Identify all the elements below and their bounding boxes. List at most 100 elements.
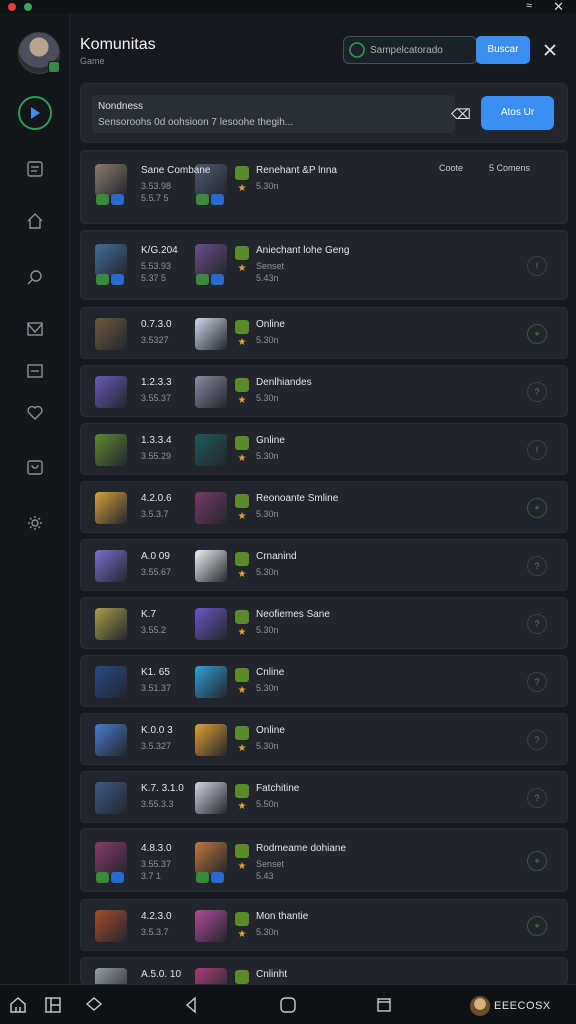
player-stat: 3.55.2 [141,625,167,635]
player-thumbnail[interactable] [95,244,127,276]
list-row[interactable]: ★A.5.0. 10Cnlinht [80,957,568,1000]
dismiss-icon[interactable]: ⌫ [451,106,471,123]
status-indicator[interactable]: ? [527,730,547,750]
status-indicator[interactable]: ! [527,256,547,276]
game-name: Reonoante Smline [256,493,339,504]
green-dot-icon [24,3,32,11]
game-name: Cnline [256,667,285,678]
list-row[interactable]: ★ K.7. 3.1.0 3.55.3.3 Fatchitine 5.50n? [80,771,568,823]
filter-option-comens[interactable]: 5 Comens [489,163,530,173]
star-icon: ★ [237,183,247,194]
game-meta: 5.30n [256,451,279,461]
game-name: Cnlinht [256,969,288,980]
player-thumbnail[interactable] [95,842,127,874]
player-thumbnail[interactable] [95,724,127,756]
sidebar-item-shop[interactable] [20,452,50,482]
star-icon: ★ [237,743,247,754]
bag-icon [27,460,43,475]
list-row[interactable]: ★ 1.3.3.4 3.55.29 Gnline 5.30n! [80,423,568,475]
list-row[interactable]: ★ K.0.0 3 3.5.327 Online 5.30n? [80,713,568,765]
game-thumbnail[interactable] [195,910,227,942]
list-row[interactable]: ★ K.7 3.55.2 Neofiemes Sane 5.30n? [80,597,568,649]
list-row[interactable]: ★ K/G.204 5.53.93 5.37 5 Aniechant lohe Geng… [80,230,568,300]
game-meta: 5.30n [256,509,279,519]
search-icon [27,270,42,285]
list-row[interactable]: ★ 4.8.3.0 3.55.37 3.7 1 Rodmeame dohiane Sens… [80,828,568,892]
notice-title: Nondness [98,101,144,112]
game-thumbnail[interactable] [195,608,227,640]
player-thumbnail[interactable] [95,434,127,466]
game-badge [235,320,249,334]
status-indicator[interactable]: + [527,324,547,344]
nav-chat-icon[interactable] [85,996,103,1014]
game-name: Crnanind [256,551,297,562]
status-indicator[interactable]: + [527,851,547,871]
player-thumbnail[interactable] [95,376,127,408]
game-thumbnail[interactable] [195,244,227,276]
player-thumbnail[interactable] [95,164,127,196]
window-close-icon[interactable]: ✕ [553,0,564,15]
player-thumbnail[interactable] [95,608,127,640]
game-thumbnail[interactable] [195,842,227,874]
status-indicator[interactable]: ? [527,556,547,576]
status-indicator[interactable]: ? [527,672,547,692]
sidebar-item-posts[interactable] [20,154,50,184]
list-row[interactable]: ★ 4.2.0.6 3.5.3.7 Reonoante Smline 5.30n + [80,481,568,533]
brand: EEECOSX [470,996,566,1016]
status-indicator[interactable]: ? [527,382,547,402]
sidebar-item-minimize[interactable] [20,356,50,386]
status-indicator[interactable]: ! [527,440,547,460]
game-name: Renehant &P lnna [256,165,337,176]
nav-apps-icon[interactable] [44,996,62,1014]
list-row[interactable]: ★ Sane Combane 3.53.98 5.5.7 5 Renehant &P l… [80,150,568,224]
game-meta-2: 5.43n [256,273,279,283]
search-button[interactable]: Buscar [476,36,530,64]
list-row[interactable]: ★ K1. 65 3.51.37 Cnline 5.30n? [80,655,568,707]
game-thumbnail[interactable] [195,550,227,582]
nav-back-icon[interactable] [182,996,200,1014]
game-thumbnail[interactable] [195,666,227,698]
nav-home-icon[interactable] [9,996,27,1014]
game-thumbnail[interactable] [195,782,227,814]
player-stat-2: 3.7 1 [141,871,162,881]
game-thumbnail[interactable] [195,318,227,350]
player-thumbnail[interactable] [95,782,127,814]
nav-recents-icon[interactable] [375,996,393,1014]
sidebar-item-mail[interactable] [20,314,50,344]
status-indicator[interactable]: + [527,916,547,936]
game-thumbnail[interactable] [195,376,227,408]
sidebar-item-favorites[interactable] [20,398,50,428]
status-indicator[interactable]: ? [527,614,547,634]
close-button[interactable] [540,40,560,60]
player-thumbnail[interactable] [95,910,127,942]
list-row[interactable]: ★ 0.7.3.0 3.5327 Online 5.30n + [80,307,568,359]
game-thumbnail[interactable] [195,434,227,466]
search-circle-icon [349,42,365,58]
page-subtitle: Game [80,56,105,66]
game-thumbnail[interactable] [195,724,227,756]
game-meta: 5.30n [256,393,279,403]
filter-option-coote[interactable]: Coote [439,163,463,173]
status-indicator[interactable]: + [527,498,547,518]
sidebar-item-settings[interactable] [20,508,50,538]
sidebar-item-search[interactable] [20,262,50,292]
list-row[interactable]: ★ A.0 09 3.55.67 Crnanind 5.30n? [80,539,568,591]
sidebar-item-home[interactable] [20,206,50,236]
list-row[interactable]: ★ 1.2.3.3 3.55.37 Denlhiandes 5.30n? [80,365,568,417]
player-thumbnail[interactable] [95,666,127,698]
nav-home-circle-icon[interactable] [279,996,297,1014]
star-icon: ★ [237,801,247,812]
game-badge [235,610,249,624]
sidebar-item-play[interactable] [18,96,52,130]
game-thumbnail[interactable] [195,492,227,524]
player-thumbnail[interactable] [95,318,127,350]
search-input[interactable]: Sampelcatorado [343,36,477,64]
status-indicator[interactable]: ? [527,788,547,808]
notice-action-button[interactable]: Atos Ur [481,96,554,130]
game-meta: 5.30n [256,181,279,191]
player-thumbnail[interactable] [95,550,127,582]
list-row[interactable]: ★ 4.2.3.0 3.5.3.7 Mon thantie 5.30n + [80,899,568,951]
player-thumbnail[interactable] [95,492,127,524]
minus-box-icon [27,364,43,378]
game-name: Online [256,319,285,330]
